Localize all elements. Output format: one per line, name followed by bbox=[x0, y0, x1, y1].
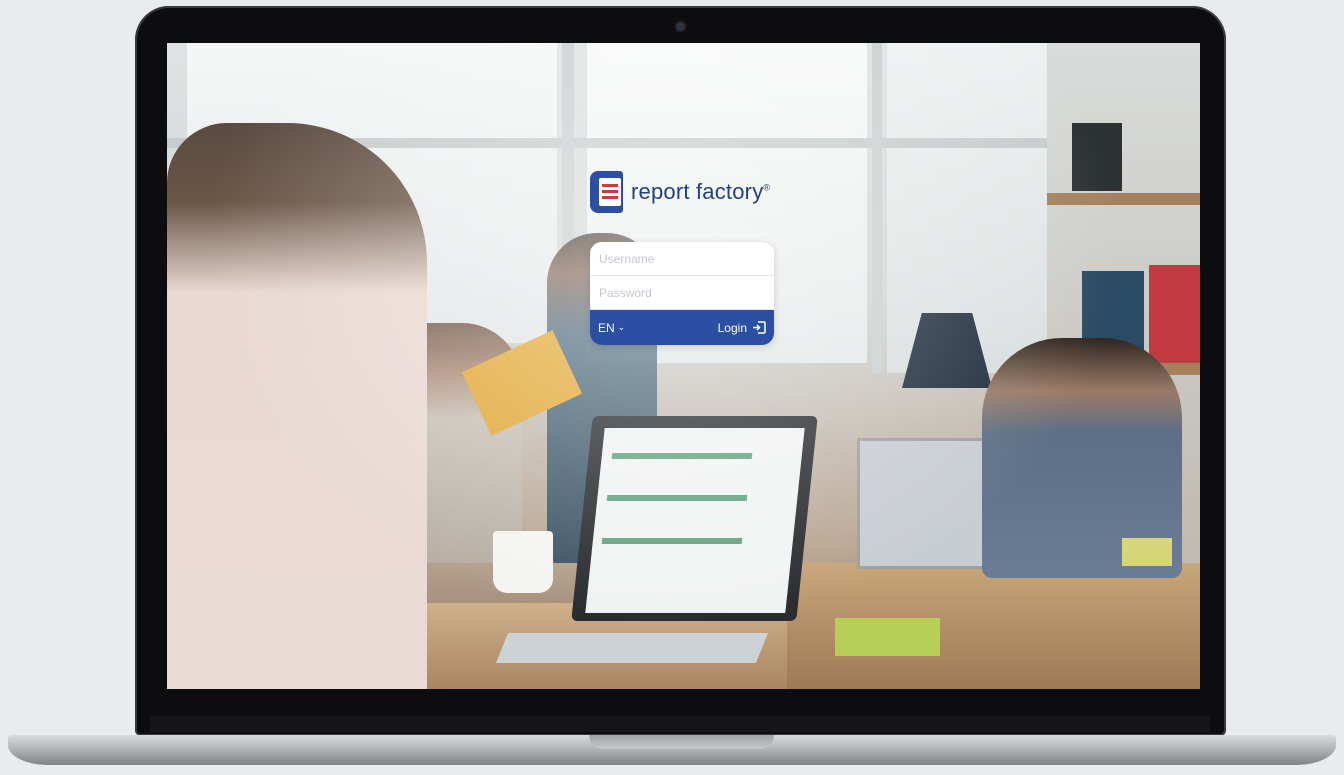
background-light-overlay bbox=[167, 43, 1200, 689]
login-button-label: Login bbox=[717, 320, 747, 335]
registered-mark: ® bbox=[763, 182, 771, 193]
login-action-bar: EN ⌄ Login bbox=[590, 310, 774, 345]
login-screen: report factory® EN ⌄ Login bbox=[167, 43, 1200, 689]
username-input[interactable] bbox=[590, 242, 774, 276]
password-input[interactable] bbox=[590, 276, 774, 310]
sign-in-icon bbox=[752, 321, 766, 334]
brand-name-text: report factory bbox=[631, 179, 764, 204]
laptop-bezel-bottom bbox=[150, 716, 1210, 732]
chevron-down-icon: ⌄ bbox=[617, 322, 626, 332]
language-label: EN bbox=[598, 320, 615, 335]
brand-name: report factory® bbox=[631, 179, 770, 205]
laptop-notch bbox=[589, 735, 774, 749]
report-factory-logo-icon bbox=[590, 171, 623, 213]
login-form: EN ⌄ Login bbox=[590, 242, 774, 345]
language-selector[interactable]: EN ⌄ bbox=[598, 321, 625, 335]
login-button[interactable]: Login bbox=[718, 321, 766, 335]
webcam bbox=[676, 22, 685, 31]
brand-logo: report factory® bbox=[590, 171, 770, 213]
